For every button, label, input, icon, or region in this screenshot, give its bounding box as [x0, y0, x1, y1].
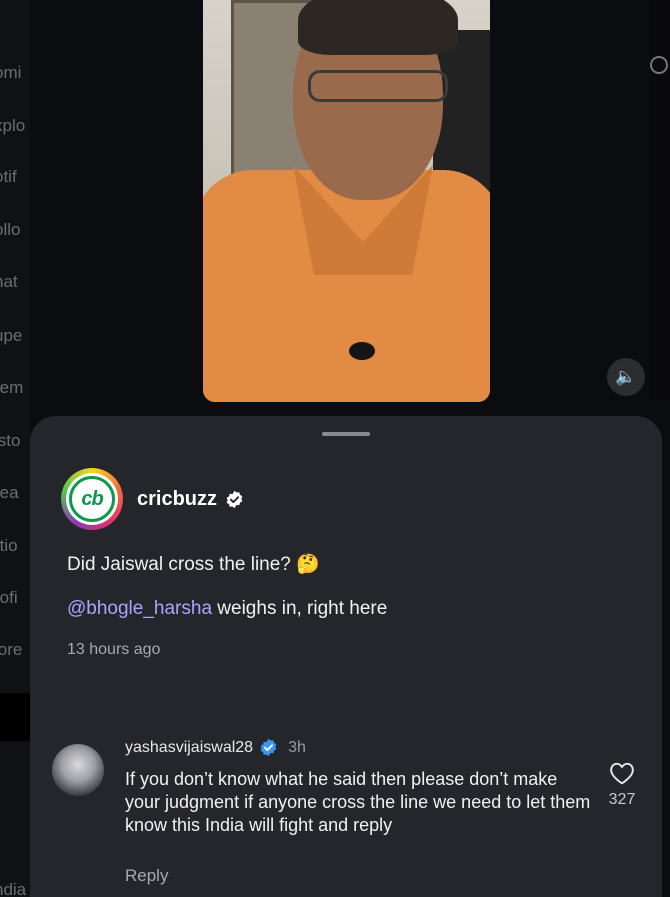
sidebar-item-create[interactable]: rea [0, 483, 30, 503]
account-avatar[interactable]: cb [61, 468, 123, 530]
sidebar-item-more[interactable]: lore [0, 640, 30, 660]
sidebar-item-premium[interactable]: rem [0, 378, 30, 398]
sidebar-item-india[interactable]: ndia [0, 880, 30, 897]
video-player[interactable] [203, 0, 490, 402]
comments-sheet: cb cricbuzz Did Jaiswal cross the line? … [30, 416, 662, 897]
comment-text: If you don’t know what he said then plea… [125, 769, 591, 835]
commenter-username[interactable]: yashasvijaiswal28 [125, 739, 253, 757]
cricbuzz-logo: cb [69, 476, 115, 522]
sidebar-item-home[interactable]: omi [0, 63, 30, 83]
like-count: 327 [608, 791, 636, 808]
post-caption-line1: Did Jaiswal cross the line? 🤔 [67, 554, 320, 575]
verified-badge-icon [226, 490, 243, 509]
sidebar-item-history[interactable]: isto [0, 431, 30, 451]
sidebar-item-following[interactable]: ollo [0, 220, 30, 240]
sidebar-item-profile[interactable]: rofi [0, 588, 30, 608]
reply-button[interactable]: Reply [125, 866, 168, 886]
account-name[interactable]: cricbuzz [137, 488, 217, 511]
comment-age: 3h [288, 738, 306, 756]
post-caption-line2: @bhogle_harsha weighs in, right here [67, 598, 387, 620]
sidebar-item-notifications[interactable]: otif [0, 167, 30, 187]
sidebar-item-super[interactable]: upe [0, 326, 30, 346]
commenter-avatar[interactable] [52, 744, 104, 796]
drag-handle[interactable] [322, 432, 370, 436]
verified-badge-icon [260, 738, 277, 757]
comment-header: yashasvijaiswal28 3h [125, 738, 306, 757]
sidebar-divider [0, 693, 30, 741]
circle-icon[interactable] [650, 56, 668, 74]
lapel-mic [349, 342, 375, 360]
sound-toggle-button[interactable]: 🔈 [607, 358, 645, 396]
post-timestamp: 13 hours ago [67, 641, 161, 658]
mention-link[interactable]: @bhogle_harsha [67, 598, 212, 619]
avatar-inner: cb [66, 473, 118, 525]
speaker-icon: 🔈 [615, 367, 637, 386]
heart-icon [610, 762, 634, 785]
caption-text: weighs in, right here [212, 598, 388, 619]
glasses [308, 70, 448, 102]
right-panel [650, 0, 670, 400]
sidebar-item-explore[interactable]: xplo [0, 116, 30, 136]
account-name-row[interactable]: cricbuzz [137, 488, 244, 511]
left-nav-sidebar: omi xplo otif ollo hat upe rem isto rea … [0, 0, 30, 897]
person-shirt [203, 170, 490, 402]
person-hair [298, 0, 458, 55]
like-button[interactable] [608, 761, 636, 790]
sidebar-item-portion[interactable]: rtio [0, 536, 30, 556]
sidebar-item-chat[interactable]: hat [0, 272, 30, 292]
